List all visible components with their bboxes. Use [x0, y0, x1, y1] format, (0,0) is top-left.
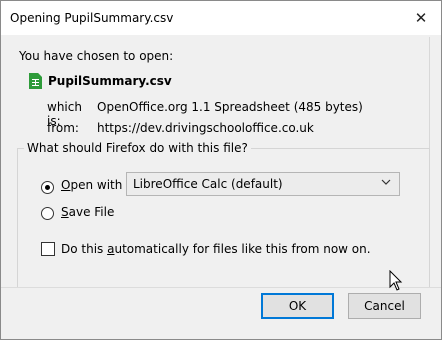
file-row: PupilSummary.csv	[29, 73, 172, 89]
save-file-mnemonic: S	[61, 205, 69, 219]
window-title: Opening PupilSummary.csv	[10, 11, 174, 25]
footer-divider	[1, 287, 441, 288]
file-source-value: https://dev.drivingschooloffice.co.uk	[97, 121, 314, 135]
spreadsheet-file-icon	[29, 73, 42, 89]
action-group: What should Firefox do with this file? O…	[17, 141, 430, 288]
file-name: PupilSummary.csv	[48, 74, 172, 88]
file-source-label: from:	[47, 121, 79, 135]
file-source-row: from: https://dev.drivingschooloffice.co…	[47, 121, 314, 135]
dialog-body: You have chosen to open: PupilSummary.cs…	[1, 35, 441, 339]
action-group-legend: What should Firefox do with this file?	[24, 141, 251, 155]
cancel-button[interactable]: Cancel	[348, 293, 421, 319]
title-bar: Opening PupilSummary.csv ✕	[1, 1, 441, 35]
download-dialog: Opening PupilSummary.csv ✕ You have chos…	[0, 0, 442, 340]
open-with-label[interactable]: Open with	[61, 178, 122, 192]
auto-action-checkbox[interactable]	[41, 242, 55, 256]
close-icon[interactable]: ✕	[413, 10, 429, 26]
open-with-text: pen with	[70, 178, 123, 192]
open-with-radio[interactable]	[41, 181, 54, 194]
ok-button[interactable]: OK	[261, 293, 334, 319]
save-file-radio[interactable]	[41, 207, 54, 220]
chosen-text: You have chosen to open:	[19, 49, 174, 63]
chevron-down-icon	[381, 179, 391, 185]
auto-action-label[interactable]: Do this automatically for files like thi…	[61, 242, 371, 256]
auto-action-text-rest: utomatically for files like this from no…	[114, 242, 371, 256]
auto-action-text-pre: Do this	[61, 242, 108, 256]
mouse-cursor	[389, 270, 403, 291]
save-file-label[interactable]: Save File	[61, 205, 114, 219]
application-select[interactable]: LibreOffice Calc (default)	[126, 172, 400, 196]
application-select-value: LibreOffice Calc (default)	[133, 177, 283, 191]
save-file-text: ave File	[68, 205, 115, 219]
